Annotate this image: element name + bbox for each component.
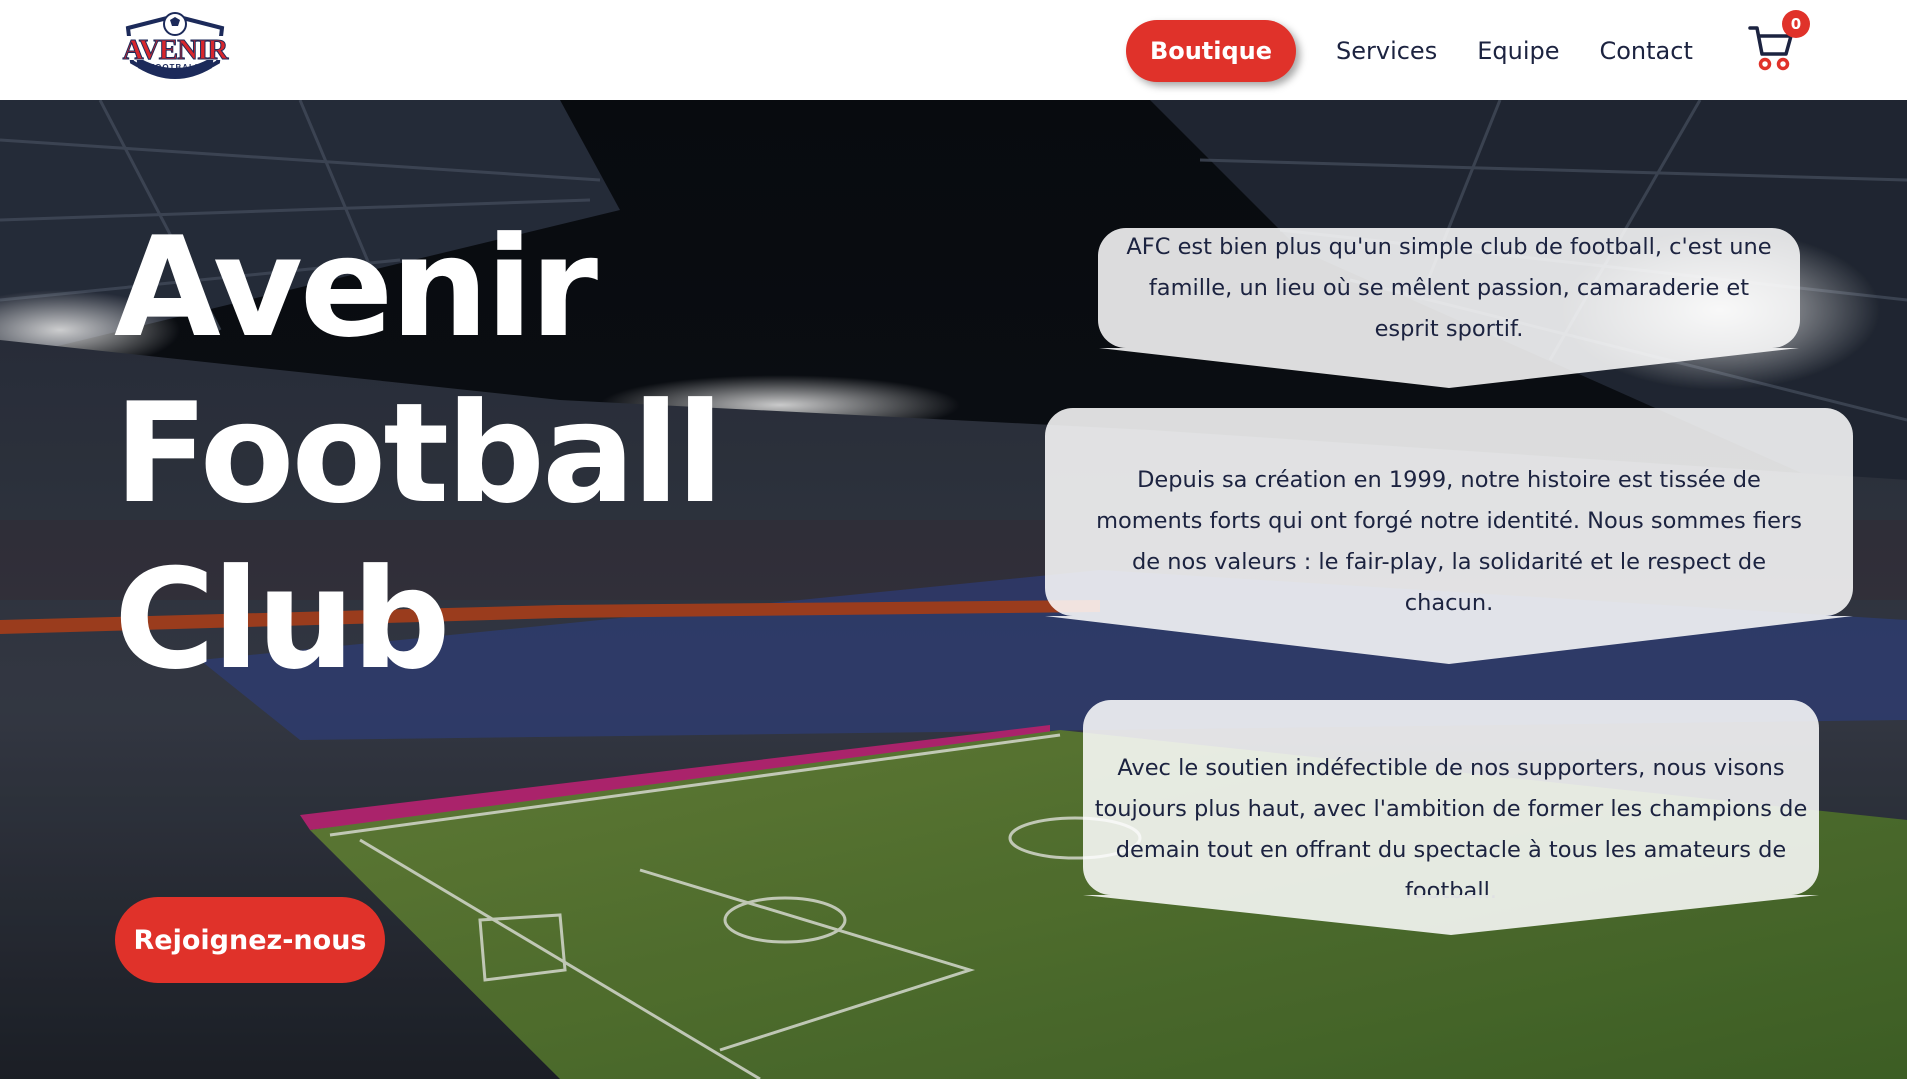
bubble-tail — [1099, 348, 1799, 388]
hero-title: Avenir Football Club — [114, 205, 724, 703]
intro-bubble-3: Avec le soutien indéfectible de nos supp… — [1083, 700, 1819, 935]
cart-button[interactable]: 0 — [1748, 10, 1810, 74]
logo-subtitle: FOOTBALL — [149, 63, 201, 72]
intro-bubble-1-text: AFC est bien plus qu'un simple club de f… — [1126, 233, 1772, 342]
join-us-button[interactable]: Rejoignez-nous — [115, 897, 385, 983]
main-nav: Boutique Services Equipe Contact — [1126, 20, 1693, 82]
intro-bubble-2-text: Depuis sa création en 1999, notre histoi… — [1096, 467, 1802, 616]
nav-link-contact[interactable]: Contact — [1599, 37, 1692, 65]
hero-title-line-3: Club — [114, 539, 451, 700]
shop-button[interactable]: Boutique — [1126, 20, 1296, 82]
bubble-tail — [1045, 616, 1853, 664]
hero-title-line-2: Football — [114, 373, 724, 534]
club-logo[interactable]: AVENIR FOOTBALL CLUB — [114, 10, 236, 86]
intro-bubble-2: Depuis sa création en 1999, notre histoi… — [1045, 408, 1853, 664]
nav-link-services[interactable]: Services — [1336, 37, 1437, 65]
hero-title-line-1: Avenir — [114, 207, 598, 368]
cart-count-badge: 0 — [1782, 10, 1810, 38]
bubble-tail — [1083, 895, 1819, 935]
logo-subtitle-2: CLUB — [166, 73, 184, 79]
site-header: AVENIR FOOTBALL CLUB Boutique Services E… — [0, 0, 1907, 100]
nav-link-equipe[interactable]: Equipe — [1477, 37, 1559, 65]
hero-section: Avenir Football Club Rejoignez-nous AFC … — [0, 100, 1907, 1079]
intro-bubble-1: AFC est bien plus qu'un simple club de f… — [1098, 228, 1800, 388]
intro-bubble-3-text: Avec le soutien indéfectible de nos supp… — [1094, 755, 1808, 904]
